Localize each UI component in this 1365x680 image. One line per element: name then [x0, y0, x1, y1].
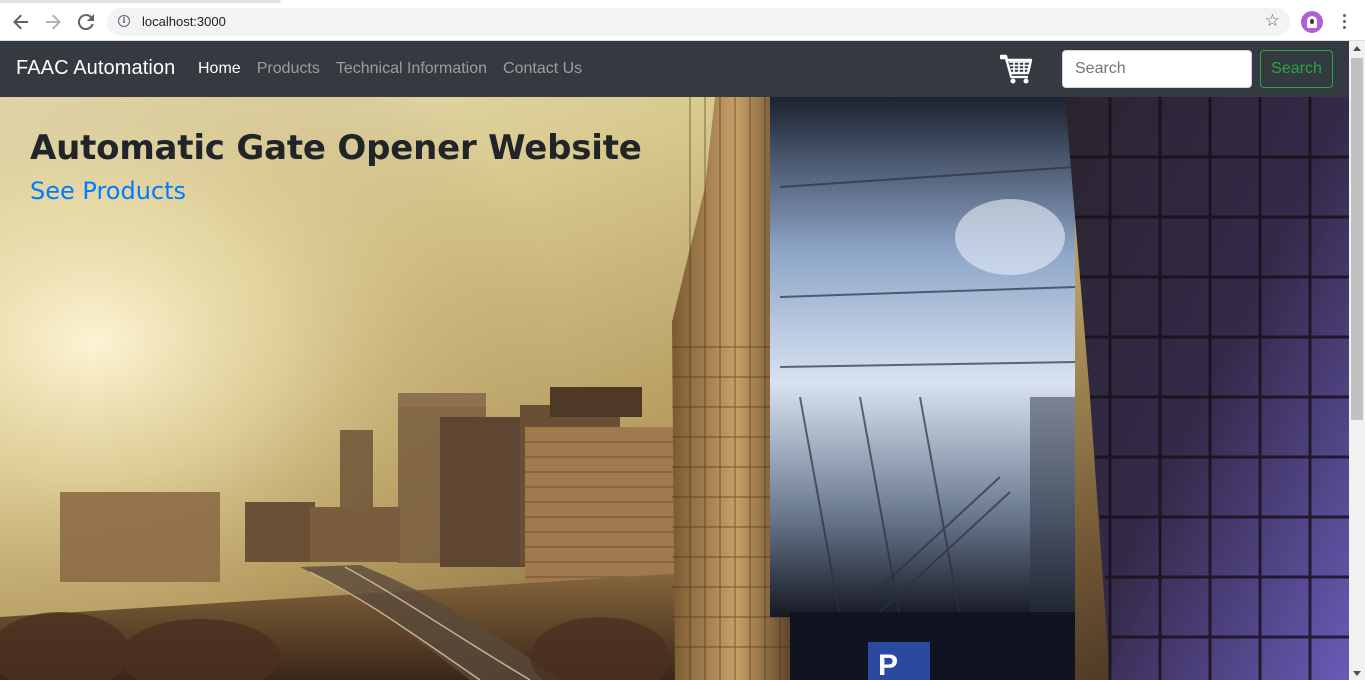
brand-link[interactable]: FAAC Automation [16, 57, 175, 80]
arrow-left-icon [13, 14, 28, 30]
url-text[interactable]: localhost:3000 [142, 14, 226, 29]
browser-toolbar: i localhost:3000 ☆ [0, 0, 1365, 41]
see-products-link[interactable]: See Products [30, 177, 186, 205]
scroll-down-arrow-icon[interactable] [1353, 671, 1361, 676]
tab-strip-edge [0, 0, 1365, 3]
star-icon[interactable]: ☆ [1265, 11, 1280, 31]
arrow-right-icon [46, 14, 61, 30]
page-scrollbar[interactable] [1349, 41, 1365, 680]
scrollbar-thumb[interactable] [1351, 58, 1363, 420]
info-icon[interactable]: i [118, 15, 130, 27]
profile-avatar-icon[interactable] [1301, 11, 1323, 33]
nav-link-contact-us[interactable]: Contact Us [503, 60, 582, 78]
scroll-up-arrow-icon[interactable] [1353, 46, 1361, 51]
kebab-menu-icon[interactable] [1337, 10, 1351, 32]
shopping-cart-icon[interactable] [1000, 53, 1034, 85]
hero-background-image: P [0, 97, 1349, 680]
hero-section: P Automatic Gate Opener Website See Prod… [0, 97, 1349, 680]
reload-button[interactable] [73, 9, 99, 35]
site-navbar: FAAC Automation Home Products Technical … [0, 41, 1349, 97]
back-button[interactable] [8, 9, 34, 35]
nav-link-home[interactable]: Home [198, 60, 241, 78]
nav-link-technical-information[interactable]: Technical Information [336, 60, 487, 78]
reload-icon [78, 14, 94, 30]
nav-links: Home Products Technical Information Cont… [198, 60, 598, 78]
search-input[interactable] [1062, 50, 1252, 88]
address-bar[interactable]: i localhost:3000 ☆ [107, 8, 1290, 36]
forward-button[interactable] [40, 9, 66, 35]
search-button[interactable]: Search [1260, 50, 1333, 88]
nav-link-products[interactable]: Products [257, 60, 320, 78]
hero-title: Automatic Gate Opener Website [30, 128, 642, 168]
svg-text:P: P [878, 649, 898, 680]
